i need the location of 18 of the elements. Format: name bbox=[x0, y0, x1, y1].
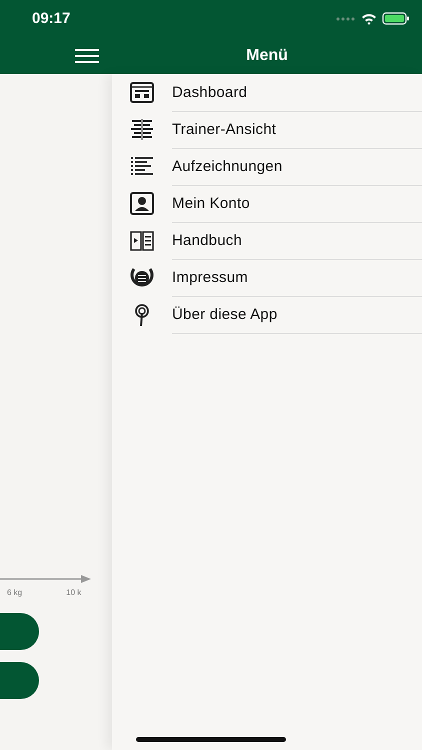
menu-icon[interactable] bbox=[75, 48, 99, 62]
menu-item[interactable]: Trainer-Ansicht bbox=[112, 111, 422, 148]
menu-item[interactable]: Mein Konto bbox=[112, 185, 422, 222]
battery-icon bbox=[382, 12, 410, 25]
wifi-icon bbox=[361, 12, 377, 24]
menu-item[interactable]: Dashboard bbox=[112, 74, 422, 111]
axis-label: 10 k bbox=[66, 588, 82, 597]
account-icon bbox=[129, 190, 155, 216]
signal-icon bbox=[336, 16, 356, 20]
axis-label: 6 kg bbox=[7, 588, 22, 597]
menu-item[interactable]: Handbuch bbox=[112, 222, 422, 259]
menu-item[interactable]: Impressum bbox=[112, 259, 422, 296]
status-time: 09:17 bbox=[32, 10, 70, 27]
nav-title: Menü bbox=[245, 46, 289, 64]
menu-item[interactable]: Über diese App bbox=[112, 296, 422, 333]
trainer-icon bbox=[129, 116, 155, 142]
menu-item[interactable]: Aufzeichnungen bbox=[112, 148, 422, 185]
dashboard-icon bbox=[129, 80, 155, 106]
